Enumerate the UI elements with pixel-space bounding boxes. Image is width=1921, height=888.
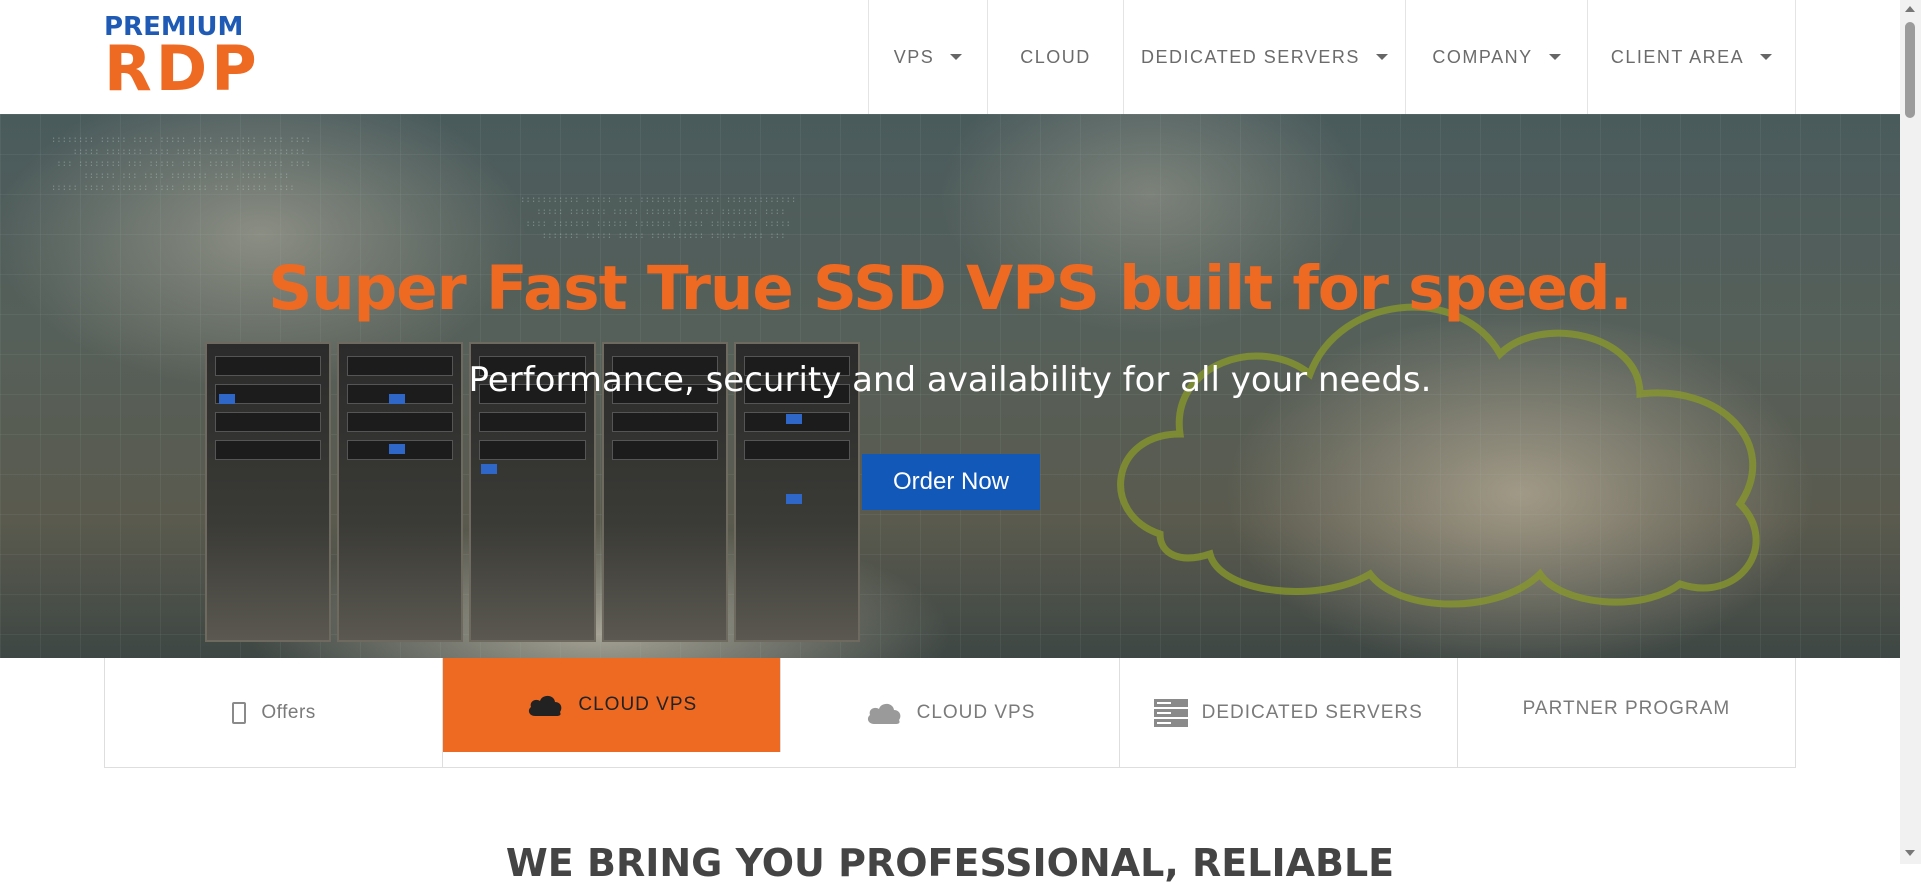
- hero-banner: :::::::: ::::: :::: ::::: :::: ::::::: :…: [0, 114, 1900, 658]
- nav-item-label: COMPANY: [1432, 46, 1533, 67]
- order-now-button[interactable]: Order Now: [862, 454, 1040, 510]
- page-scrollbar[interactable]: [1900, 0, 1921, 864]
- scroll-up-arrow-icon[interactable]: [1905, 6, 1915, 12]
- cloud-icon: [526, 692, 564, 718]
- scroll-thumb[interactable]: [1905, 22, 1915, 118]
- service-tabs: Offers CLOUD VPS CLOUD VPS DEDICATED SER…: [104, 658, 1796, 768]
- chevron-down-icon: [950, 54, 963, 60]
- main-nav: VPS CLOUD DEDICATED SERVERS COMPANY CLIE…: [868, 0, 1796, 114]
- nav-item-cloud[interactable]: CLOUD: [988, 0, 1124, 114]
- tab-partner-program[interactable]: PARTNER PROGRAM: [1458, 658, 1795, 768]
- hero-code-background: ::::::::::: ::::: ::: ::::::::: ::::: ::…: [520, 195, 797, 241]
- chevron-down-icon: [1548, 54, 1561, 60]
- hero-subtitle: Performance, security and availability f…: [468, 360, 1432, 400]
- cloud-icon: [865, 700, 903, 726]
- nav-item-dedicated-servers[interactable]: DEDICATED SERVERS: [1124, 0, 1406, 114]
- logo-bottom-text: RDP: [104, 32, 261, 105]
- nav-item-vps[interactable]: VPS: [869, 0, 988, 114]
- tab-cloud-vps[interactable]: CLOUD VPS: [781, 658, 1120, 768]
- tab-offers[interactable]: Offers: [105, 658, 444, 768]
- tab-cloud-vps-active[interactable]: CLOUD VPS: [443, 658, 782, 752]
- tab-label: CLOUD VPS: [578, 694, 698, 715]
- hero-code-background: :::::::: ::::: :::: ::::: :::: ::::::: :…: [50, 135, 311, 193]
- hero-title: Super Fast True SSD VPS built for speed.: [268, 253, 1632, 324]
- section-heading: WE BRING YOU PROFESSIONAL, RELIABLE: [505, 841, 1395, 885]
- nav-item-client-area[interactable]: CLIENT AREA: [1588, 0, 1796, 114]
- premium-rdp-logo[interactable]: PREMIUM RDP: [104, 14, 324, 102]
- chevron-down-icon: [1760, 54, 1773, 60]
- nav-item-company[interactable]: COMPANY: [1406, 0, 1588, 114]
- tab-label: Offers: [261, 702, 316, 723]
- nav-item-label: DEDICATED SERVERS: [1141, 46, 1360, 67]
- mobile-icon: [231, 701, 247, 725]
- tab-dedicated-servers[interactable]: DEDICATED SERVERS: [1120, 658, 1458, 768]
- tab-label: CLOUD VPS: [916, 702, 1036, 723]
- nav-item-label: CLIENT AREA: [1610, 46, 1745, 67]
- nav-item-label: CLOUD: [1020, 46, 1091, 67]
- nav-item-label: VPS: [893, 46, 935, 67]
- tab-label: PARTNER PROGRAM: [1522, 698, 1731, 719]
- chevron-down-icon: [1375, 54, 1388, 60]
- tab-label: DEDICATED SERVERS: [1201, 702, 1423, 723]
- site-header: PREMIUM RDP VPS CLOUD DEDICATED SERVERS …: [0, 0, 1900, 114]
- scroll-down-arrow-icon[interactable]: [1905, 850, 1915, 856]
- server-icon: [1153, 699, 1188, 727]
